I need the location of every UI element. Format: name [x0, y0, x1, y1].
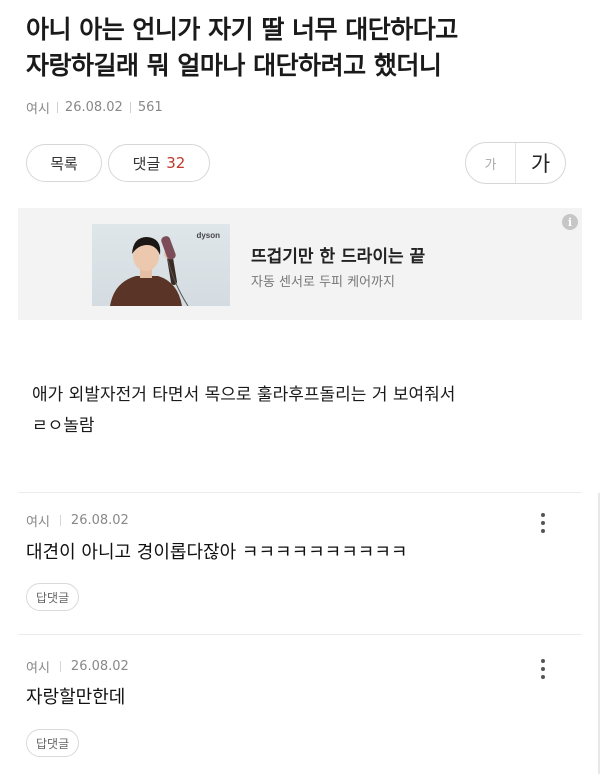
meta-divider	[59, 515, 61, 526]
meta-divider	[129, 102, 131, 113]
ad-brand-logo: dyson	[196, 231, 220, 240]
more-options-icon[interactable]	[540, 513, 546, 533]
comment-meta: 여시 26.08.02	[26, 511, 129, 530]
post-author: 여시	[26, 102, 50, 117]
comment-item: 여시 26.08.02 대견이 아니고 경이롭다잖아 ㅋㅋㅋㅋㅋㅋㅋㅋㅋㅋ 답댓…	[18, 493, 582, 633]
post-body: 애가 외발자전거 타면서 목으로 훌라후프돌리는 거 보여줘서 ㄹㅇ놀람	[32, 380, 572, 442]
comment-text: 자랑할만한데	[26, 687, 126, 708]
comment-date: 26.08.02	[70, 513, 129, 528]
comment-meta: 여시 26.08.02	[26, 657, 129, 676]
post-date: 26.08.02	[64, 100, 123, 115]
comment-count: 32	[166, 154, 186, 172]
font-size-increase-button[interactable]: 가	[516, 143, 565, 183]
post-views: 561	[137, 100, 163, 115]
ad-banner[interactable]: dyson 뜨겁기만 한 드라이는 끝 자동 센서로 두피 케어까지 i	[18, 208, 582, 320]
comment-text: 대견이 아니고 경이롭다잖아 ㅋㅋㅋㅋㅋㅋㅋㅋㅋㅋ	[26, 542, 408, 563]
comment-author: 여시	[26, 661, 50, 676]
post-title: 아니 아는 언니가 자기 딸 너무 대단하다고 자랑하길래 뭐 얼마나 대단하려…	[26, 12, 586, 84]
ad-subtitle: 자동 센서로 두피 케어까지	[251, 275, 395, 290]
font-size-control: 가 가	[465, 142, 566, 184]
reply-button[interactable]: 답댓글	[26, 729, 80, 757]
comment-author: 여시	[26, 515, 50, 530]
more-options-icon[interactable]	[540, 659, 546, 679]
ad-title: 뜨겁기만 한 드라이는 끝	[251, 247, 426, 267]
font-size-decrease-button[interactable]: 가	[466, 143, 516, 183]
comment-date: 26.08.02	[70, 659, 129, 674]
comment-button[interactable]: 댓글 32	[108, 144, 210, 182]
post-title-line-1: 아니 아는 언니가 자기 딸 너무 대단하다고	[26, 15, 458, 44]
ad-info-icon[interactable]: i	[562, 214, 578, 230]
meta-divider	[59, 661, 61, 672]
post-meta: 여시 26.08.02 561	[26, 98, 163, 117]
meta-divider	[56, 102, 58, 113]
list-button-label: 목록	[50, 154, 78, 173]
comment-button-label: 댓글	[132, 154, 161, 173]
post-body-line-2: ㄹㅇ놀람	[32, 416, 95, 436]
post-body-line-1: 애가 외발자전거 타면서 목으로 훌라후프돌리는 거 보여줘서	[32, 385, 456, 405]
reply-button[interactable]: 답댓글	[26, 583, 80, 611]
post-title-line-2: 자랑하길래 뭐 얼마나 대단하려고 했더니	[26, 51, 442, 80]
comment-item: 여시 26.08.02 자랑할만한데 답댓글	[18, 635, 582, 774]
list-button[interactable]: 목록	[26, 144, 102, 182]
ad-image: dyson	[92, 224, 230, 306]
